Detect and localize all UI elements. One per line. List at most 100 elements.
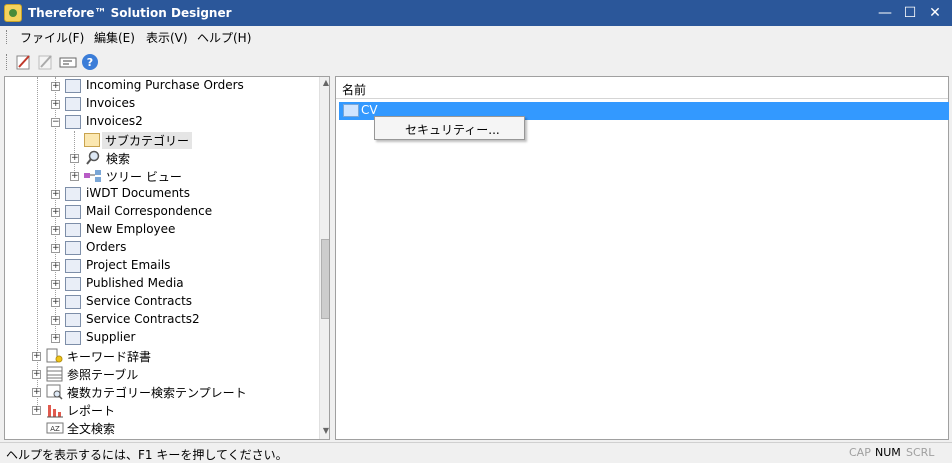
tree-item-label: ツリー ビュー: [106, 170, 182, 184]
context-menu-security[interactable]: セキュリティー...: [405, 121, 500, 138]
folder-icon: [65, 259, 81, 273]
tree-item[interactable]: + ツリー ビュー: [5, 167, 315, 185]
scroll-thumb[interactable]: [321, 239, 329, 319]
expand-toggle[interactable]: +: [51, 208, 60, 217]
expand-toggle[interactable]: +: [51, 244, 60, 253]
keyword-dictionary-icon: [46, 348, 63, 363]
scroll-up-arrow[interactable]: ▲: [320, 77, 329, 89]
tree-item-label: レポート: [67, 404, 116, 418]
close-button[interactable]: ✕: [924, 3, 946, 23]
folder-icon: [65, 97, 81, 111]
cap-indicator: CAP: [849, 446, 871, 459]
search-template-icon: [46, 384, 63, 400]
title-bar: Therefore™ Solution Designer — ☐ ✕: [0, 0, 952, 26]
folder-icon: [65, 331, 81, 345]
app-icon: [4, 4, 22, 22]
tree-item[interactable]: + Mail Correspondence: [5, 203, 315, 221]
tree-item[interactable]: + iWDT Documents: [5, 185, 315, 203]
help-icon[interactable]: ?: [81, 53, 99, 71]
tree-item[interactable]: + Published Media: [5, 275, 315, 293]
expand-toggle[interactable]: +: [51, 280, 60, 289]
toolbar-grip: [6, 54, 9, 70]
tree-item[interactable]: + New Employee: [5, 221, 315, 239]
tree-item[interactable]: + Invoices: [5, 95, 315, 113]
tree-item-label: Service Contracts2: [86, 312, 200, 326]
tree-view-icon: [84, 170, 101, 182]
tree-item[interactable]: − Invoices2: [5, 113, 315, 131]
tree-item-label: Published Media: [86, 276, 184, 290]
expand-toggle[interactable]: +: [51, 100, 60, 109]
design-tool-icon[interactable]: [15, 53, 33, 71]
expand-toggle[interactable]: +: [70, 154, 79, 163]
folder-icon: [65, 295, 81, 309]
menu-bar: ファイル(F) 編集(E) 表示(V) ヘルプ(H): [0, 26, 952, 48]
column-header-label: 名前: [342, 83, 367, 97]
tree-scrollbar[interactable]: ▲ ▼: [319, 77, 329, 439]
reference-table-icon: [46, 366, 63, 382]
folder-icon: [65, 277, 81, 291]
menu-grip: [6, 30, 9, 44]
folder-icon: [65, 187, 81, 201]
tree-item-label: 全文検索: [67, 422, 116, 436]
expand-toggle[interactable]: +: [32, 388, 41, 397]
expand-toggle[interactable]: +: [32, 352, 41, 361]
tree-item-label: キーワード辞書: [67, 350, 152, 364]
folder-icon: [65, 205, 81, 219]
folder-icon: [65, 223, 81, 237]
tree-item-label: Incoming Purchase Orders: [86, 78, 244, 92]
menu-file[interactable]: ファイル(F): [20, 29, 84, 46]
menu-edit[interactable]: 編集(E): [94, 29, 135, 46]
tree-item[interactable]: + 複数カテゴリー検索テンプレート: [5, 383, 315, 401]
status-message: ヘルプを表示するには、F1 キーを押してください。: [6, 448, 288, 462]
folder-icon: [343, 104, 359, 117]
tree-item[interactable]: + レポート: [5, 401, 315, 419]
tree-item[interactable]: + 参照テーブル: [5, 365, 315, 383]
maximize-button[interactable]: ☐: [899, 3, 921, 23]
tree-item[interactable]: + Orders: [5, 239, 315, 257]
expand-toggle[interactable]: +: [51, 316, 60, 325]
tree-item-label: Service Contracts: [86, 294, 193, 308]
scrl-indicator: SCRL: [906, 446, 935, 459]
tree-item[interactable]: + Incoming Purchase Orders: [5, 77, 315, 95]
expand-toggle[interactable]: +: [51, 190, 60, 199]
column-header-name[interactable]: 名前: [336, 77, 948, 99]
expand-toggle[interactable]: +: [32, 370, 41, 379]
menu-help[interactable]: ヘルプ(H): [197, 29, 251, 46]
tree-item[interactable]: + Supplier: [5, 329, 315, 347]
open-folder-icon: [84, 133, 100, 147]
expand-toggle[interactable]: +: [51, 262, 60, 271]
tree-item[interactable]: + 検索: [5, 149, 315, 167]
text-field-icon[interactable]: [59, 53, 77, 71]
expand-toggle[interactable]: +: [51, 298, 60, 307]
expand-toggle[interactable]: +: [51, 226, 60, 235]
report-chart-icon: [47, 405, 63, 418]
scroll-down-arrow[interactable]: ▼: [320, 425, 329, 437]
tree-item-label: New Employee: [86, 222, 176, 236]
expand-toggle[interactable]: +: [32, 406, 41, 415]
expand-toggle[interactable]: +: [51, 334, 60, 343]
folder-icon: [65, 79, 81, 93]
window-title: Therefore™ Solution Designer: [28, 6, 232, 20]
tree-item-label: 複数カテゴリー検索テンプレート: [67, 386, 247, 400]
expand-toggle[interactable]: +: [51, 82, 60, 91]
menu-view[interactable]: 表示(V): [146, 29, 188, 46]
tree-item[interactable]: AZ 全文検索: [5, 419, 315, 437]
tree-item[interactable]: + Project Emails: [5, 257, 315, 275]
folder-icon: [65, 241, 81, 255]
svg-text:?: ?: [87, 56, 93, 69]
expand-toggle[interactable]: +: [70, 172, 79, 181]
minimize-button[interactable]: —: [874, 3, 896, 23]
tree-item[interactable]: + キーワード辞書: [5, 347, 315, 365]
tree-item[interactable]: + Service Contracts2: [5, 311, 315, 329]
collapse-toggle[interactable]: −: [51, 118, 60, 127]
tree-item[interactable]: + Service Contracts: [5, 293, 315, 311]
tree-item-label: Supplier: [86, 330, 136, 344]
tree-item-label: 検索: [106, 152, 131, 166]
tree-item-label: 参照テーブル: [67, 368, 139, 382]
full-text-search-icon: AZ: [46, 422, 64, 434]
tree-item-label: Mail Correspondence: [86, 204, 213, 218]
tree-view[interactable]: + Incoming Purchase Orders + Invoices − …: [4, 76, 330, 440]
tree-item-selected[interactable]: サブカテゴリー: [5, 131, 315, 149]
design-tool-disabled-icon[interactable]: [37, 53, 55, 71]
tree-item-label: Project Emails: [86, 258, 171, 272]
